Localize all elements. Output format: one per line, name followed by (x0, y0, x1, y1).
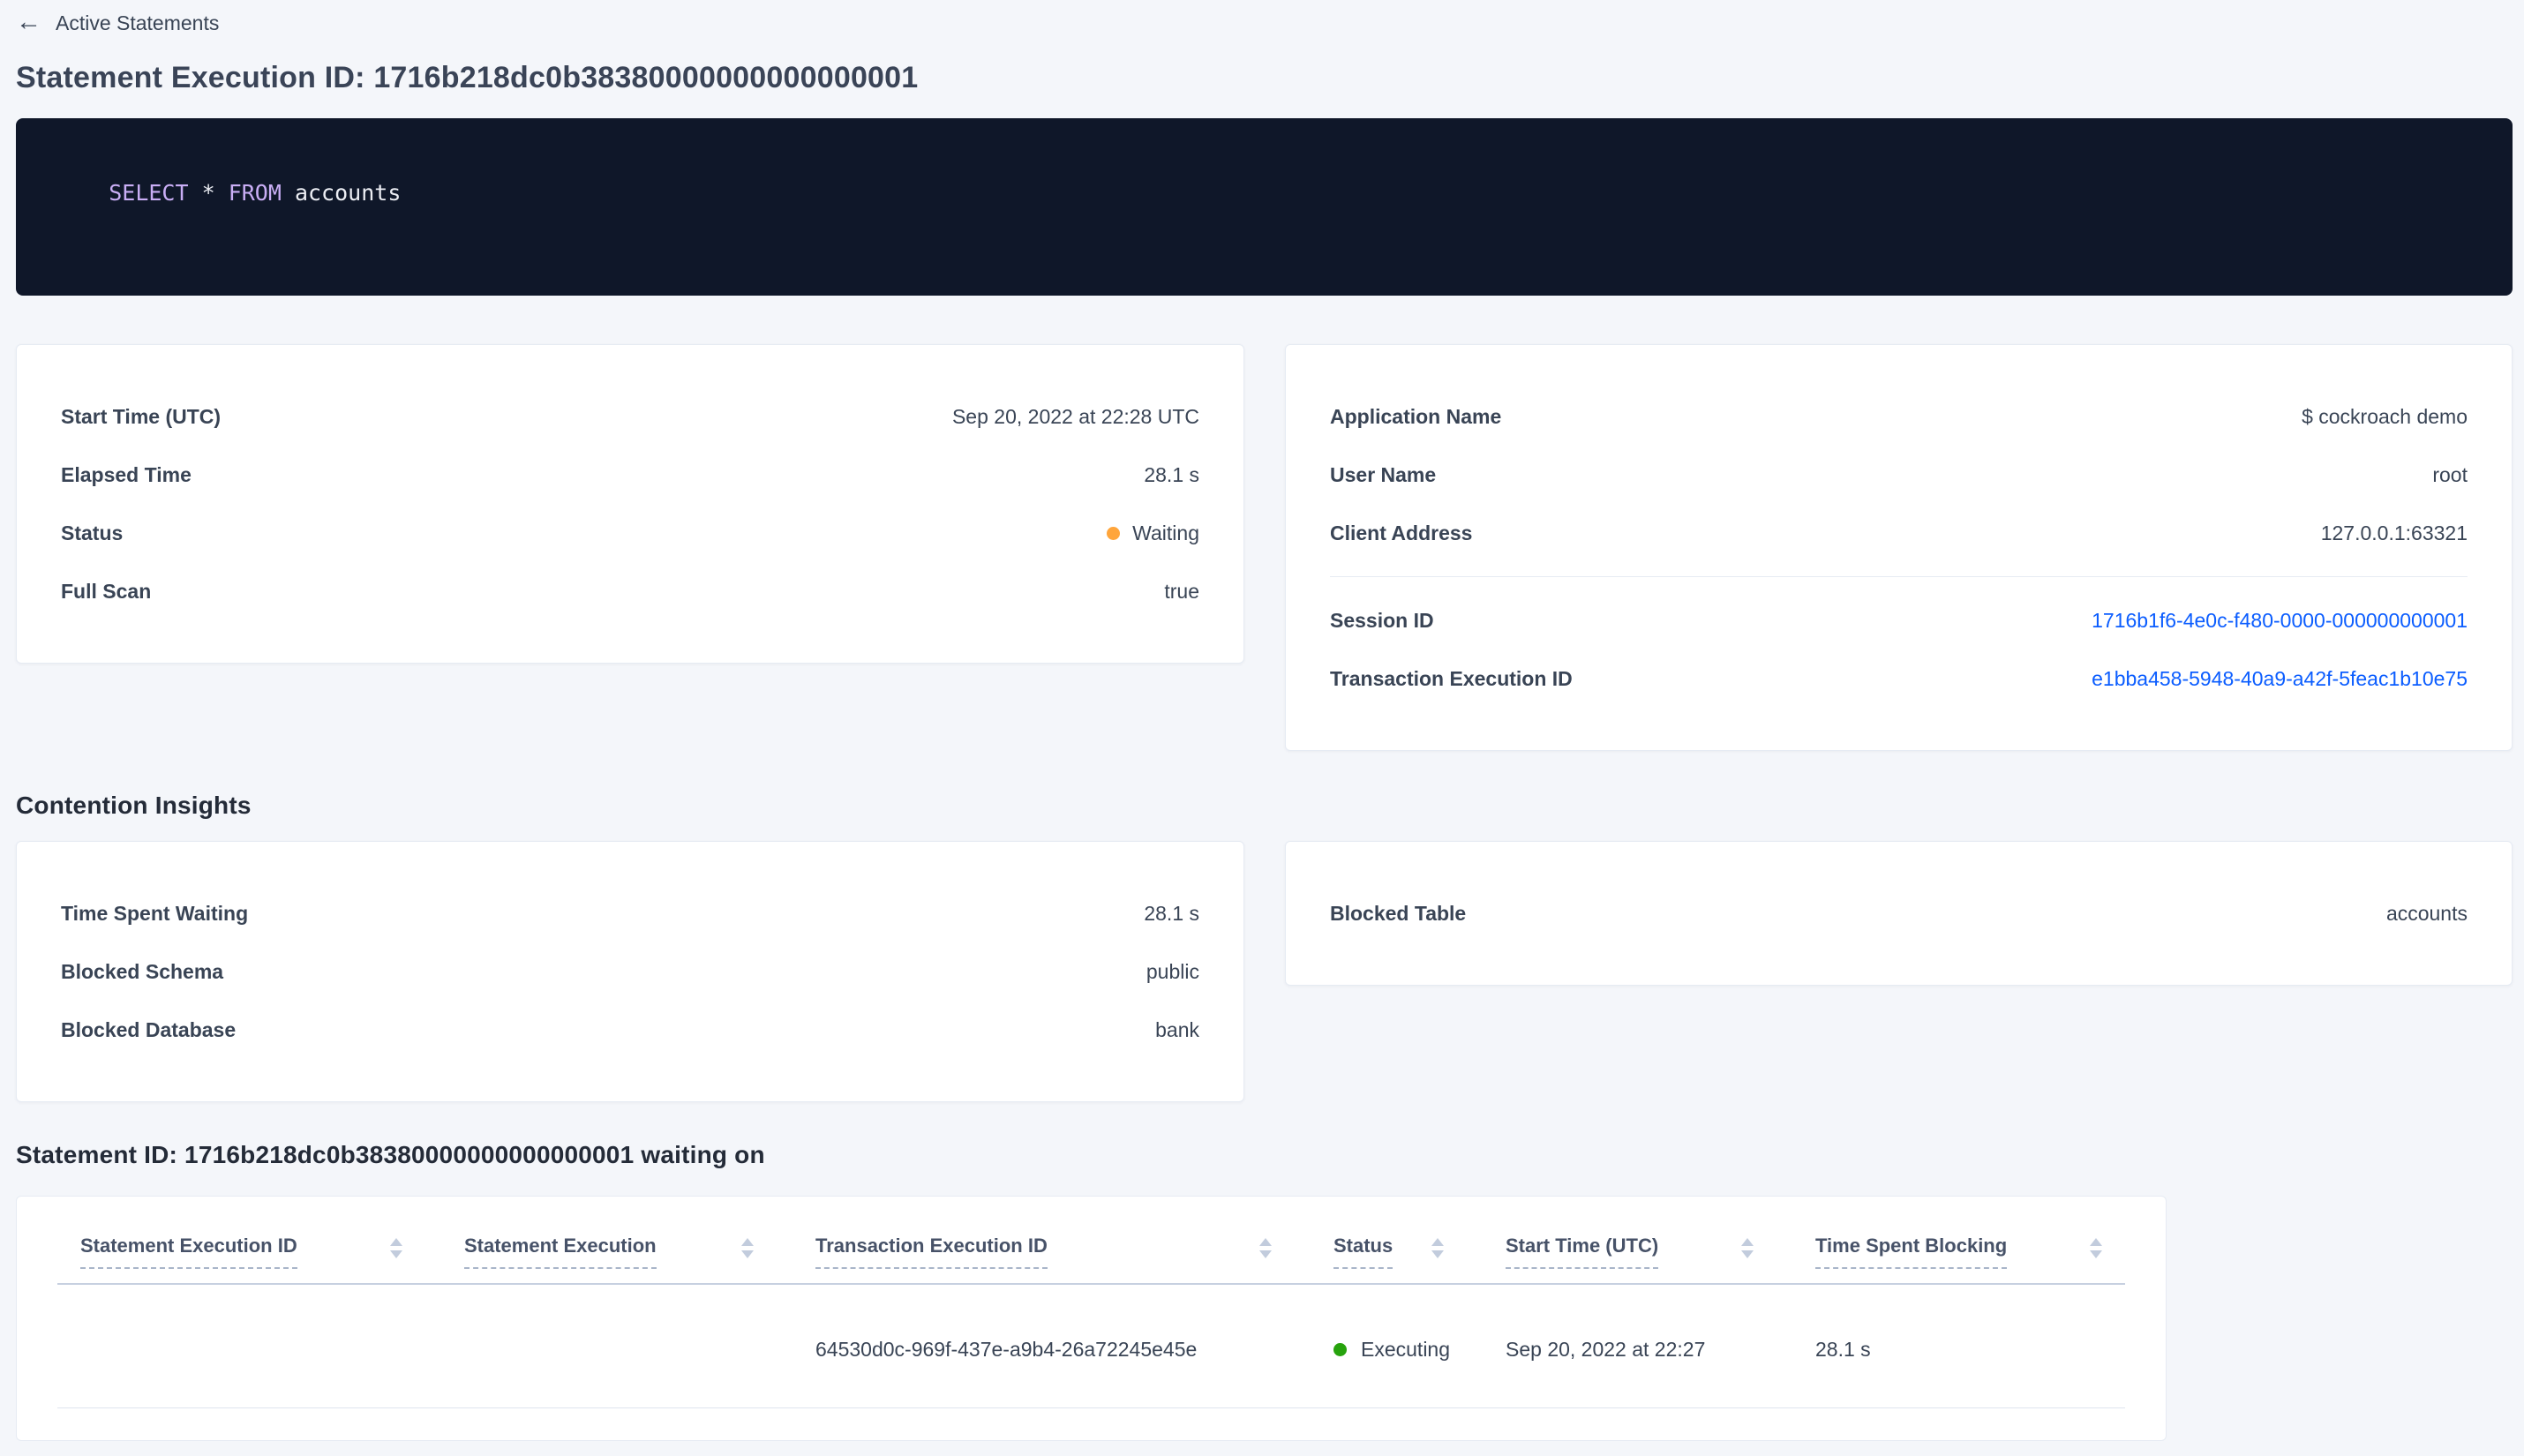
user-name-label: User Name (1330, 463, 1437, 486)
time-spent-waiting-row: Time Spent Waiting 28.1 s (61, 884, 1199, 942)
user-name-value: root (2432, 463, 2468, 486)
breadcrumb-label: Active Statements (56, 11, 220, 34)
status-value: Waiting (1107, 522, 1199, 544)
table-header-row: Statement Execution ID Statement Executi… (57, 1197, 2125, 1285)
status-waiting-text: Waiting (1132, 522, 1199, 544)
sort-arrows-icon[interactable] (1431, 1238, 1444, 1258)
start-time-value: Sep 20, 2022 at 22:28 UTC (951, 405, 1199, 428)
time-spent-blocking-header-label[interactable]: Time Spent Blocking (1815, 1235, 2008, 1269)
status-row: Status Waiting (61, 504, 1199, 562)
elapsed-time-value: 28.1 s (1144, 463, 1199, 486)
blocked-table-row: Blocked Table accounts (1330, 884, 2468, 942)
blocked-table-label: Blocked Table (1330, 902, 1467, 925)
blocked-database-row: Blocked Database bank (61, 1001, 1199, 1059)
user-name-row: User Name root (1330, 446, 2468, 504)
blocked-database-value: bank (1155, 1018, 1199, 1041)
cell-status: Executing (1333, 1284, 1506, 1408)
session-details-card: Application Name $ cockroach demo User N… (1285, 344, 2513, 751)
transaction-execution-id-label: Transaction Execution ID (1330, 667, 1573, 690)
waiting-on-table: Statement Execution ID Statement Executi… (57, 1197, 2125, 1408)
elapsed-time-row: Elapsed Time 28.1 s (61, 446, 1199, 504)
transaction-execution-id-link[interactable]: e1bba458-5948-40a9-a42f-5feac1b10e75 (2092, 668, 2468, 689)
client-address-label: Client Address (1330, 522, 1473, 544)
column-header-statement-execution-id: Statement Execution ID (57, 1197, 464, 1285)
column-header-time-spent-blocking: Time Spent Blocking (1815, 1197, 2125, 1285)
breadcrumb-back-link[interactable]: ← Active Statements (16, 8, 220, 36)
sort-arrows-icon[interactable] (2090, 1238, 2102, 1258)
table-row: 64530d0c-969f-437e-a9b4-26a72245e45e Exe… (57, 1284, 2125, 1408)
status-label: Status (61, 522, 124, 544)
blocked-schema-value: public (1146, 960, 1199, 983)
time-spent-waiting-value: 28.1 s (1144, 902, 1199, 925)
client-address-value: 127.0.0.1:63321 (2320, 522, 2468, 544)
execution-details-card: Start Time (UTC) Sep 20, 2022 at 22:28 U… (16, 344, 1244, 664)
waiting-on-heading: Statement ID: 1716b218dc0b38380000000000… (16, 1141, 765, 1168)
blocked-schema-label: Blocked Schema (61, 960, 224, 983)
column-header-start-time: Start Time (UTC) (1506, 1197, 1815, 1285)
application-name-row: Application Name $ cockroach demo (1330, 387, 2468, 446)
application-name-value: $ cockroach demo (2302, 405, 2468, 428)
elapsed-time-label: Elapsed Time (61, 463, 192, 486)
full-scan-row: Full Scan true (61, 562, 1199, 620)
application-name-label: Application Name (1330, 405, 1502, 428)
time-spent-waiting-label: Time Spent Waiting (61, 902, 249, 925)
sql-statement-box: SELECT * FROM accounts (16, 118, 2513, 296)
column-header-status: Status (1333, 1197, 1506, 1285)
session-id-link[interactable]: 1716b1f6-4e0c-f480-0000-000000000001 (2092, 610, 2468, 631)
blocked-table-value: accounts (2385, 902, 2468, 925)
client-address-row: Client Address 127.0.0.1:63321 (1330, 504, 2468, 562)
sort-arrows-icon[interactable] (1741, 1238, 1754, 1258)
sql-statement-text: SELECT * FROM accounts (109, 180, 402, 206)
session-id-label: Session ID (1330, 609, 1434, 632)
cell-statement-execution (464, 1284, 815, 1408)
cell-statement-execution-id (57, 1284, 464, 1408)
start-time-header-label[interactable]: Start Time (UTC) (1506, 1235, 1659, 1269)
blocked-database-label: Blocked Database (61, 1018, 237, 1041)
status-executing-text: Executing (1361, 1338, 1451, 1361)
contention-left-card: Time Spent Waiting 28.1 s Blocked Schema… (16, 841, 1244, 1102)
cell-transaction-execution-id: 64530d0c-969f-437e-a9b4-26a72245e45e (815, 1284, 1333, 1408)
status-waiting-dot-icon (1107, 526, 1121, 540)
cell-time-spent-blocking: 28.1 s (1815, 1284, 2125, 1408)
status-header-label[interactable]: Status (1333, 1235, 1393, 1269)
contention-cards: Time Spent Waiting 28.1 s Blocked Schema… (16, 841, 2513, 1102)
full-scan-label: Full Scan (61, 580, 152, 603)
start-time-label: Start Time (UTC) (61, 405, 222, 428)
page-title: Statement Execution ID: 1716b218dc0b3838… (16, 61, 919, 94)
transaction-execution-id-row: Transaction Execution ID e1bba458-5948-4… (1330, 649, 2468, 708)
cell-start-time: Sep 20, 2022 at 22:27 (1506, 1284, 1815, 1408)
statement-execution-id-header-label[interactable]: Statement Execution ID (80, 1235, 297, 1269)
statement-execution-details-page: ← Active Statements Statement Execution … (0, 0, 2524, 1441)
contention-right-card: Blocked Table accounts (1285, 841, 2513, 986)
arrow-left-icon: ← (16, 8, 41, 36)
overview-cards: Start Time (UTC) Sep 20, 2022 at 22:28 U… (16, 344, 2513, 751)
sort-arrows-icon[interactable] (741, 1238, 754, 1258)
column-header-statement-execution: Statement Execution (464, 1197, 815, 1285)
session-id-row: Session ID 1716b1f6-4e0c-f480-0000-00000… (1330, 591, 2468, 649)
statement-execution-header-label[interactable]: Statement Execution (464, 1235, 657, 1269)
waiting-on-table-card: Statement Execution ID Statement Executi… (16, 1196, 2167, 1441)
blocked-schema-row: Blocked Schema public (61, 942, 1199, 1001)
transaction-execution-id-header-label[interactable]: Transaction Execution ID (815, 1235, 1048, 1269)
contention-insights-heading: Contention Insights (16, 792, 252, 819)
full-scan-value: true (1164, 580, 1199, 603)
column-header-transaction-execution-id: Transaction Execution ID (815, 1197, 1333, 1285)
start-time-row: Start Time (UTC) Sep 20, 2022 at 22:28 U… (61, 387, 1199, 446)
status-executing-dot-icon (1333, 1343, 1347, 1356)
sort-arrows-icon[interactable] (1259, 1238, 1272, 1258)
card-divider (1330, 576, 2468, 577)
sort-arrows-icon[interactable] (390, 1238, 402, 1258)
